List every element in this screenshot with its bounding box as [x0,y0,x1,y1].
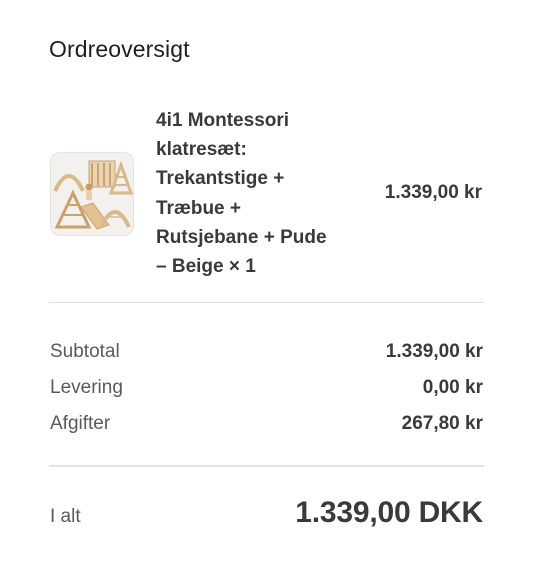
subtotal-value: 1.339,00 kr [385,341,483,362]
climbing-set-product-image [51,153,133,235]
total-label: I alt [50,506,81,527]
total-value: 1.339,00 DKK [295,496,483,529]
total-row: I alt 1.339,00 DKK [50,496,483,536]
product-name-line: Rutsjebane + Pude [156,226,327,248]
product-thumbnail [50,152,134,236]
product-name-line: Træbue + [156,197,241,219]
product-name: 4i1 Montessori klatresæt: Trekantstige +… [156,106,356,281]
divider [49,465,484,467]
taxes-value: 267,80 kr [401,413,483,434]
divider [49,302,484,303]
shipping-label: Levering [50,377,123,398]
shipping-row: Levering 0,00 kr [50,377,483,403]
taxes-row: Afgifter 267,80 kr [50,413,483,439]
order-line-item: 4i1 Montessori klatresæt: Trekantstige +… [50,106,484,284]
subtotal-label: Subtotal [50,341,120,362]
subtotal-row: Subtotal 1.339,00 kr [50,341,483,367]
product-name-line: 4i1 Montessori [156,110,290,131]
order-summary-title: Ordreoversigt [49,36,190,62]
product-name-line: – Beige × 1 [156,256,256,278]
product-price: 1.339,00 kr [384,182,482,203]
product-name-line: klatresæt: [156,139,247,161]
shipping-value: 0,00 kr [422,377,483,398]
taxes-label: Afgifter [50,413,111,434]
product-name-line: Trekantstige + [156,168,285,190]
